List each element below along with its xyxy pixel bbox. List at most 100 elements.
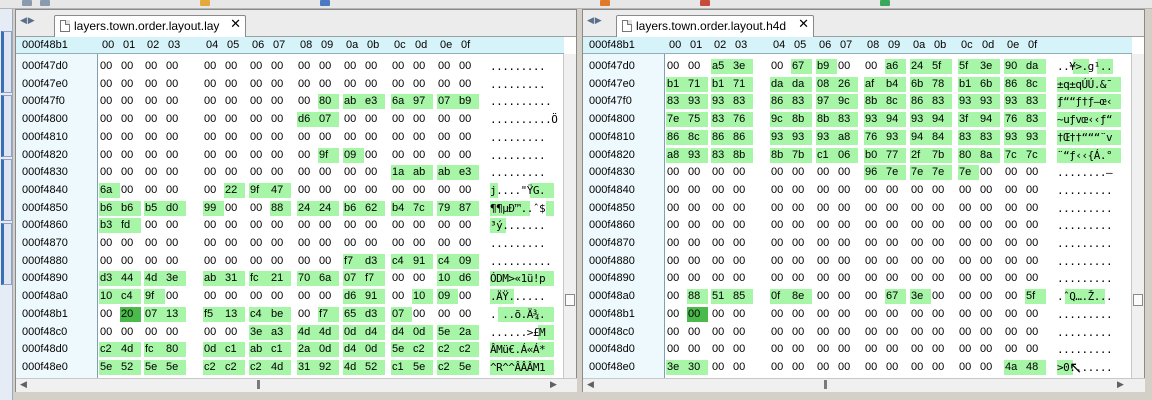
hex-byte-cell[interactable]: 00 xyxy=(885,218,906,233)
hex-byte-cell[interactable]: 00 xyxy=(885,236,906,251)
hex-byte-cell[interactable]: 00 xyxy=(165,59,186,74)
hex-byte-cell[interactable]: 00 xyxy=(249,165,270,180)
hex-byte-cell[interactable]: 00 xyxy=(958,183,979,198)
hex-byte-cell[interactable]: 00 xyxy=(885,271,906,286)
hex-byte-cell[interactable]: a8 xyxy=(666,147,687,163)
hex-byte-cell[interactable]: 31 xyxy=(224,271,245,287)
hex-byte-cell[interactable]: 22 xyxy=(224,182,245,198)
hex-byte-cell[interactable]: 00 xyxy=(958,307,979,322)
hex-byte-cell[interactable]: 00 xyxy=(791,271,812,286)
hex-byte-cell[interactable]: 71 xyxy=(732,76,753,92)
hex-byte-cell[interactable]: d4 xyxy=(391,324,412,340)
hex-byte-cell[interactable]: 5e xyxy=(458,359,479,375)
hex-byte-cell[interactable]: 00 xyxy=(666,289,687,304)
horizontal-scrollbar[interactable]: ◀ ||| ▶ xyxy=(583,378,1145,392)
hex-byte-cell[interactable]: 00 xyxy=(99,148,120,163)
hex-byte-cell[interactable]: 4d xyxy=(120,342,141,358)
hex-byte-cell[interactable]: 92 xyxy=(318,359,339,375)
hex-byte-cell[interactable]: 00 xyxy=(249,59,270,74)
hex-byte-cell[interactable]: 7c xyxy=(1004,147,1025,163)
hex-byte-cell[interactable]: b1 xyxy=(666,76,687,92)
hex-byte-cell[interactable]: 00 xyxy=(318,165,339,180)
hex-byte-cell[interactable]: 00 xyxy=(391,271,412,286)
hex-byte-cell[interactable]: 00 xyxy=(458,112,479,127)
hex-byte-cell[interactable]: 3f xyxy=(958,112,979,128)
hex-byte-cell[interactable]: 00 xyxy=(343,183,364,198)
hex-byte-cell[interactable]: 00 xyxy=(144,183,165,198)
hex-byte-cell[interactable]: 00 xyxy=(885,254,906,269)
hex-byte-cell[interactable]: 00 xyxy=(203,59,224,74)
hex-byte-cell[interactable]: b1 xyxy=(958,76,979,92)
hex-byte-cell[interactable]: 00 xyxy=(391,59,412,74)
hex-byte-cell[interactable]: 00 xyxy=(318,77,339,92)
hex-byte-cell[interactable]: 00 xyxy=(99,130,120,145)
hex-byte-cell[interactable]: 00 xyxy=(931,271,952,286)
hex-byte-cell[interactable]: 00 xyxy=(687,325,708,340)
hex-byte-cell[interactable]: d6 xyxy=(458,271,479,287)
hex-byte-cell[interactable]: d6 xyxy=(297,112,318,128)
hex-byte-cell[interactable]: 00 xyxy=(270,218,291,233)
hex-byte-cell[interactable]: 00 xyxy=(958,218,979,233)
hex-byte-cell[interactable]: 00 xyxy=(224,77,245,92)
hex-byte-cell[interactable]: 00 xyxy=(249,77,270,92)
hex-byte-cell[interactable]: 00 xyxy=(391,218,412,233)
close-icon[interactable]: ✕ xyxy=(230,17,241,32)
hex-byte-cell[interactable]: 00 xyxy=(120,165,141,180)
hex-byte-cell[interactable]: 88 xyxy=(687,289,708,305)
vertical-scrollbar[interactable] xyxy=(1131,54,1144,378)
hex-byte-cell[interactable]: f7 xyxy=(364,271,385,287)
hex-byte-cell[interactable]: 91 xyxy=(364,289,385,305)
hex-byte-cell[interactable]: 00 xyxy=(144,218,165,233)
hex-byte-cell[interactable]: 00 xyxy=(711,201,732,216)
hex-byte-cell[interactable]: 94 xyxy=(885,112,906,128)
hex-byte-cell[interactable]: 00 xyxy=(1004,254,1025,269)
hex-byte-cell[interactable]: 0f xyxy=(770,289,791,305)
hex-byte-cell[interactable]: 00 xyxy=(297,94,318,109)
scroll-right-icon[interactable]: ▶ xyxy=(550,380,557,390)
hex-byte-cell[interactable]: 00 xyxy=(1025,236,1046,251)
hex-byte-cell[interactable]: 00 xyxy=(203,112,224,127)
hex-byte-cell[interactable]: 00 xyxy=(99,254,120,269)
hex-byte-cell[interactable]: a3 xyxy=(270,324,291,340)
hex-byte-cell[interactable]: 00 xyxy=(770,201,791,216)
hex-byte-cell[interactable]: 00 xyxy=(297,307,318,322)
hex-byte-cell[interactable]: 00 xyxy=(885,360,906,375)
hex-byte-cell[interactable]: 86 xyxy=(910,94,931,110)
hex-byte-cell[interactable]: 00 xyxy=(458,130,479,145)
hex-byte-cell[interactable]: 00 xyxy=(687,165,708,180)
hex-byte-cell[interactable]: 00 xyxy=(412,271,433,286)
hex-byte-cell[interactable]: 00 xyxy=(203,77,224,92)
hex-byte-cell[interactable]: 00 xyxy=(249,201,270,216)
hex-byte-cell[interactable]: 08 xyxy=(816,76,837,92)
hex-byte-cell[interactable]: 00 xyxy=(120,112,141,127)
hex-byte-cell[interactable]: 00 xyxy=(837,307,858,322)
hex-byte-cell[interactable]: 70 xyxy=(297,271,318,287)
hex-byte-cell[interactable]: 20 xyxy=(120,306,141,322)
hex-byte-cell[interactable]: 07 xyxy=(318,112,339,128)
hex-byte-cell[interactable]: 00 xyxy=(1004,183,1025,198)
hex-byte-cell[interactable]: 00 xyxy=(270,165,291,180)
hex-byte-cell[interactable]: 00 xyxy=(144,165,165,180)
hex-byte-cell[interactable]: 00 xyxy=(224,59,245,74)
hex-byte-cell[interactable]: 00 xyxy=(458,236,479,251)
hex-byte-cell[interactable]: c2 xyxy=(249,359,270,375)
hex-byte-cell[interactable]: ab xyxy=(437,165,458,181)
hex-byte-cell[interactable]: 9c xyxy=(770,112,791,128)
hex-byte-cell[interactable]: fd xyxy=(120,218,141,234)
hex-byte-cell[interactable]: 00 xyxy=(165,218,186,233)
hex-byte-cell[interactable]: 00 xyxy=(931,307,952,322)
hex-byte-cell[interactable]: 00 xyxy=(864,236,885,251)
hex-byte-cell[interactable]: 5e xyxy=(165,359,186,375)
hex-byte-cell[interactable]: 5e xyxy=(437,324,458,340)
hex-byte-cell[interactable]: 00 xyxy=(144,94,165,109)
hex-byte-cell[interactable]: 00 xyxy=(732,307,753,322)
hex-byte-cell[interactable]: 00 xyxy=(458,148,479,163)
hex-byte-cell[interactable]: 00 xyxy=(249,94,270,109)
hex-byte-cell[interactable]: ab xyxy=(249,342,270,358)
hex-byte-cell[interactable]: 77 xyxy=(885,147,906,163)
hex-byte-cell[interactable]: 00 xyxy=(687,306,708,322)
hex-byte-cell[interactable]: 4d xyxy=(343,359,364,375)
hex-byte-cell[interactable]: 00 xyxy=(910,254,931,269)
hex-byte-cell[interactable]: 00 xyxy=(711,165,732,180)
hex-byte-cell[interactable]: 00 xyxy=(732,271,753,286)
